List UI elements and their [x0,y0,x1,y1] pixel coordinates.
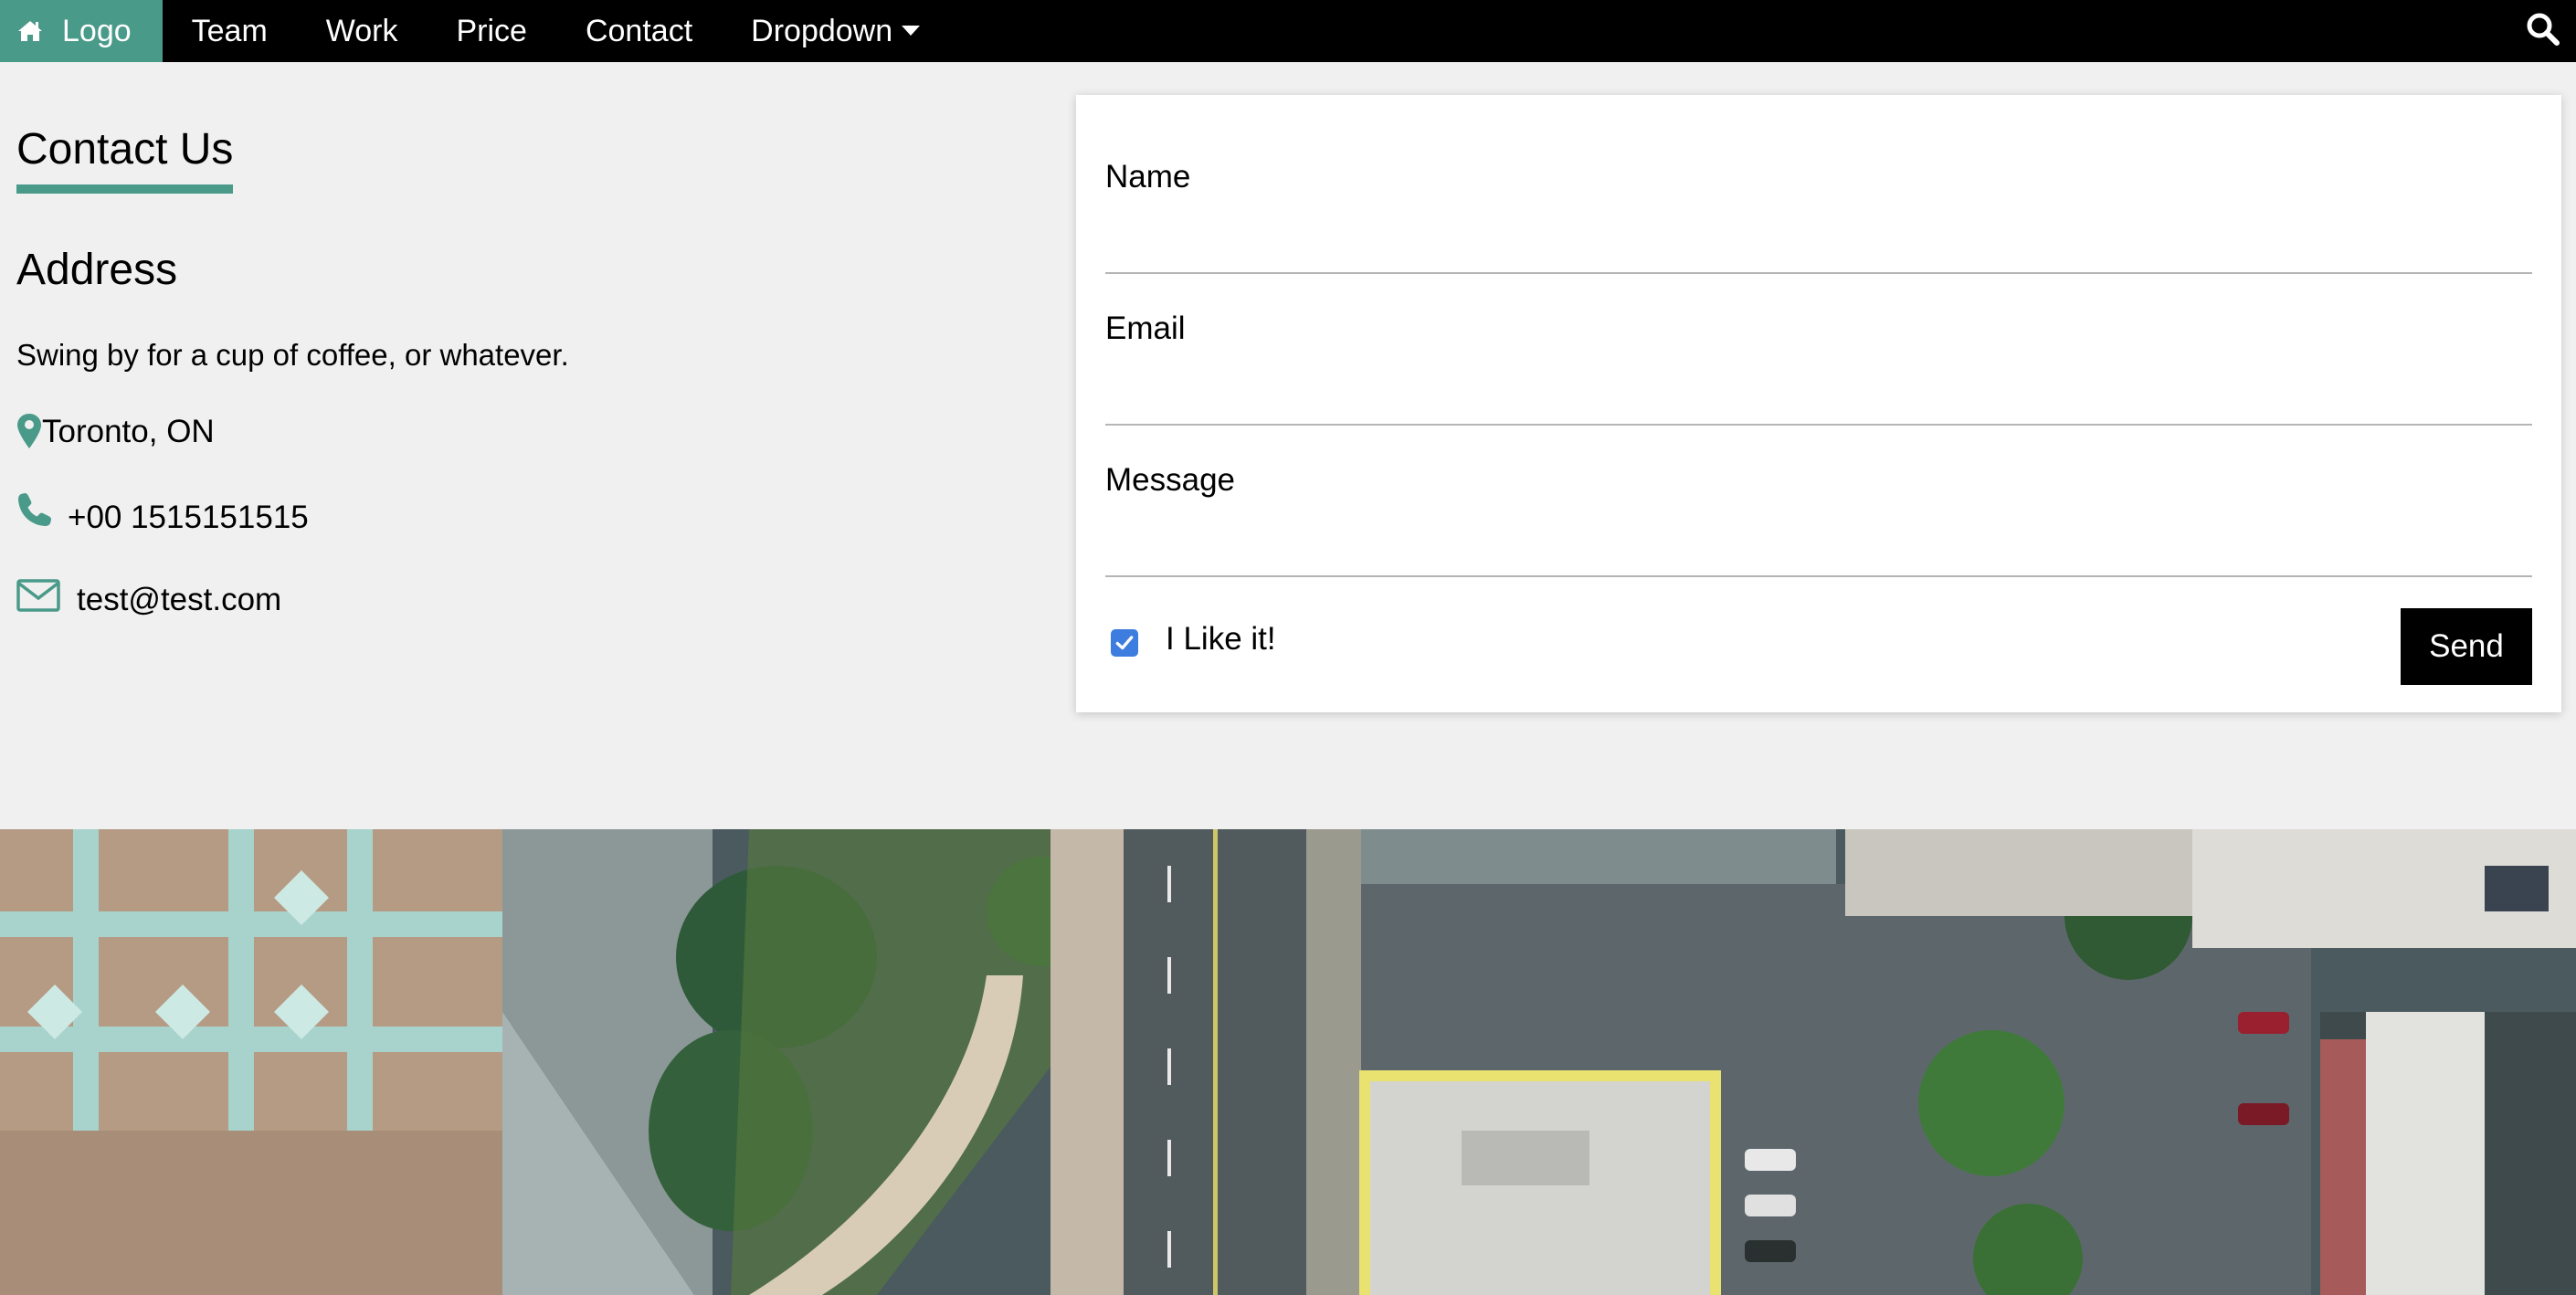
top-navbar: Logo Team Work Price Contact Dropdown [0,0,2576,62]
nav-item-dropdown[interactable]: Dropdown [722,0,949,62]
email-row: test@test.com [16,579,282,617]
search-button[interactable] [2525,11,2561,47]
nav-item-label: Dropdown [751,13,893,48]
like-checkbox-label: I Like it! [1166,621,1276,657]
send-button[interactable]: Send [2401,608,2532,685]
name-input[interactable] [1105,226,2532,274]
nav-item-price[interactable]: Price [428,0,556,62]
nav-item-team[interactable]: Team [163,0,297,62]
nav-item-contact[interactable]: Contact [556,0,722,62]
email-label: Email [1105,311,1186,346]
message-label: Message [1105,462,1236,498]
email-input[interactable] [1105,378,2532,426]
nav-item-label: Team [191,13,268,48]
phone-row: +00 1515151515 [16,493,309,535]
contact-form: Name Email Message I Like it! Send [1076,95,2561,712]
nav-item-label: Price [456,13,527,48]
map-marker-icon [17,414,41,448]
nav-item-label: Contact [585,13,693,48]
home-icon [16,17,44,45]
nav-item-label: Work [325,13,398,48]
like-checkbox-row: I Like it! [1111,621,1276,658]
like-checkbox[interactable] [1111,629,1138,657]
location-row: Toronto, ON [16,413,215,449]
aerial-city-image [0,829,2576,1295]
name-label: Name [1105,159,1191,195]
message-input[interactable] [1105,530,2532,577]
caret-down-icon [902,25,921,36]
location-text: Toronto, ON [42,413,215,449]
phone-text: +00 1515151515 [68,499,309,535]
address-description: Swing by for a cup of coffee, or whateve… [16,338,569,372]
envelope-icon [16,579,60,612]
nav-item-work[interactable]: Work [297,0,428,62]
email-text: test@test.com [77,581,282,617]
check-icon [1115,636,1134,650]
search-icon [2527,13,2560,46]
address-heading: Address [16,246,178,294]
phone-icon [18,493,51,526]
nav-logo-link[interactable]: Logo [0,0,163,62]
contact-us-heading: Contact Us [16,128,234,194]
nav-logo-label: Logo [62,13,132,48]
